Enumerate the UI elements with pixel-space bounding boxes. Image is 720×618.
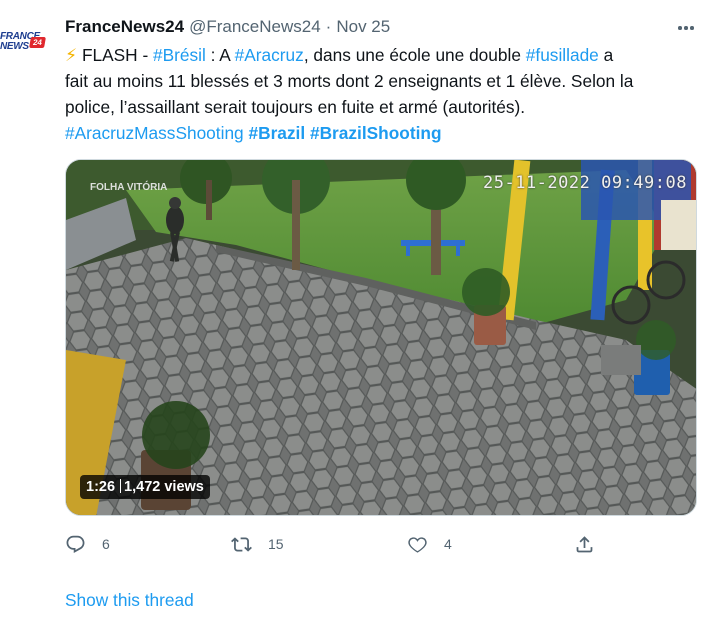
cctv-video-frame [66,160,696,515]
tweet-text-line: ⚡ FLASH - #Brésil : A #Aracruz, dans une… [65,45,614,65]
author-avatar[interactable]: FRANCE NEWS 24 [0,30,48,60]
hashtag-bresil[interactable]: #Brésil [153,45,206,65]
tweet-text-line: police, l’assaillant serait toujours en … [65,97,526,117]
author-display-name[interactable]: FranceNews24 [65,17,184,37]
tweet-header: FranceNews24 @FranceNews24 · Nov 25 [65,16,390,38]
more-options-icon[interactable] [676,18,696,38]
author-handle[interactable]: @FranceNews24 [189,17,321,37]
hashtag-fusillade[interactable]: #fusillade [526,45,599,65]
lightning-emoji: ⚡ [65,45,78,65]
cctv-timestamp: 25-11-2022 09:49:08 [483,173,687,193]
retweet-count: 15 [268,536,284,552]
tweet-text-line: fait au moins 11 blessés et 3 morts dont… [65,71,634,91]
like-button[interactable]: 4 [407,532,452,556]
tweet-text-line: #AracruzMassShooting #Brazil #BrazilShoo… [65,120,705,146]
tweet-text: ⚡ FLASH - #Brésil : A #Aracruz, dans une… [65,42,705,146]
header-separator: · [325,17,332,36]
hashtag-brazilshooting[interactable]: #BrazilShooting [310,123,442,143]
tweet-actions: 6 15 4 [65,532,605,556]
tweet-date[interactable]: Nov 25 [336,17,390,37]
retweet-icon [231,536,252,552]
tweet-card[interactable]: FRANCE NEWS 24 FranceNews24 @FranceNews2… [0,0,720,618]
logo-number-badge: 24 [29,37,46,48]
heart-icon [408,536,427,553]
reply-count: 6 [102,536,110,552]
video-views: 1,472 views [124,479,204,495]
reply-button[interactable]: 6 [65,532,110,556]
media-watermark: FOLHA VITÓRIA [90,182,168,193]
video-duration-badge: 1:26 1,472 views [80,475,210,499]
reply-icon [66,535,85,553]
video-player[interactable] [65,159,697,516]
show-this-thread-link[interactable]: Show this thread [65,590,194,611]
video-duration: 1:26 [86,479,116,495]
hashtag-brazil[interactable]: #Brazil [248,123,305,143]
like-count: 4 [444,536,452,552]
share-icon [576,535,593,552]
hashtag-aracruzmassshooting[interactable]: #AracruzMassShooting [65,123,244,143]
hashtag-aracruz[interactable]: #Aracruz [235,45,304,65]
retweet-button[interactable]: 15 [231,532,284,556]
share-button[interactable] [574,532,595,556]
